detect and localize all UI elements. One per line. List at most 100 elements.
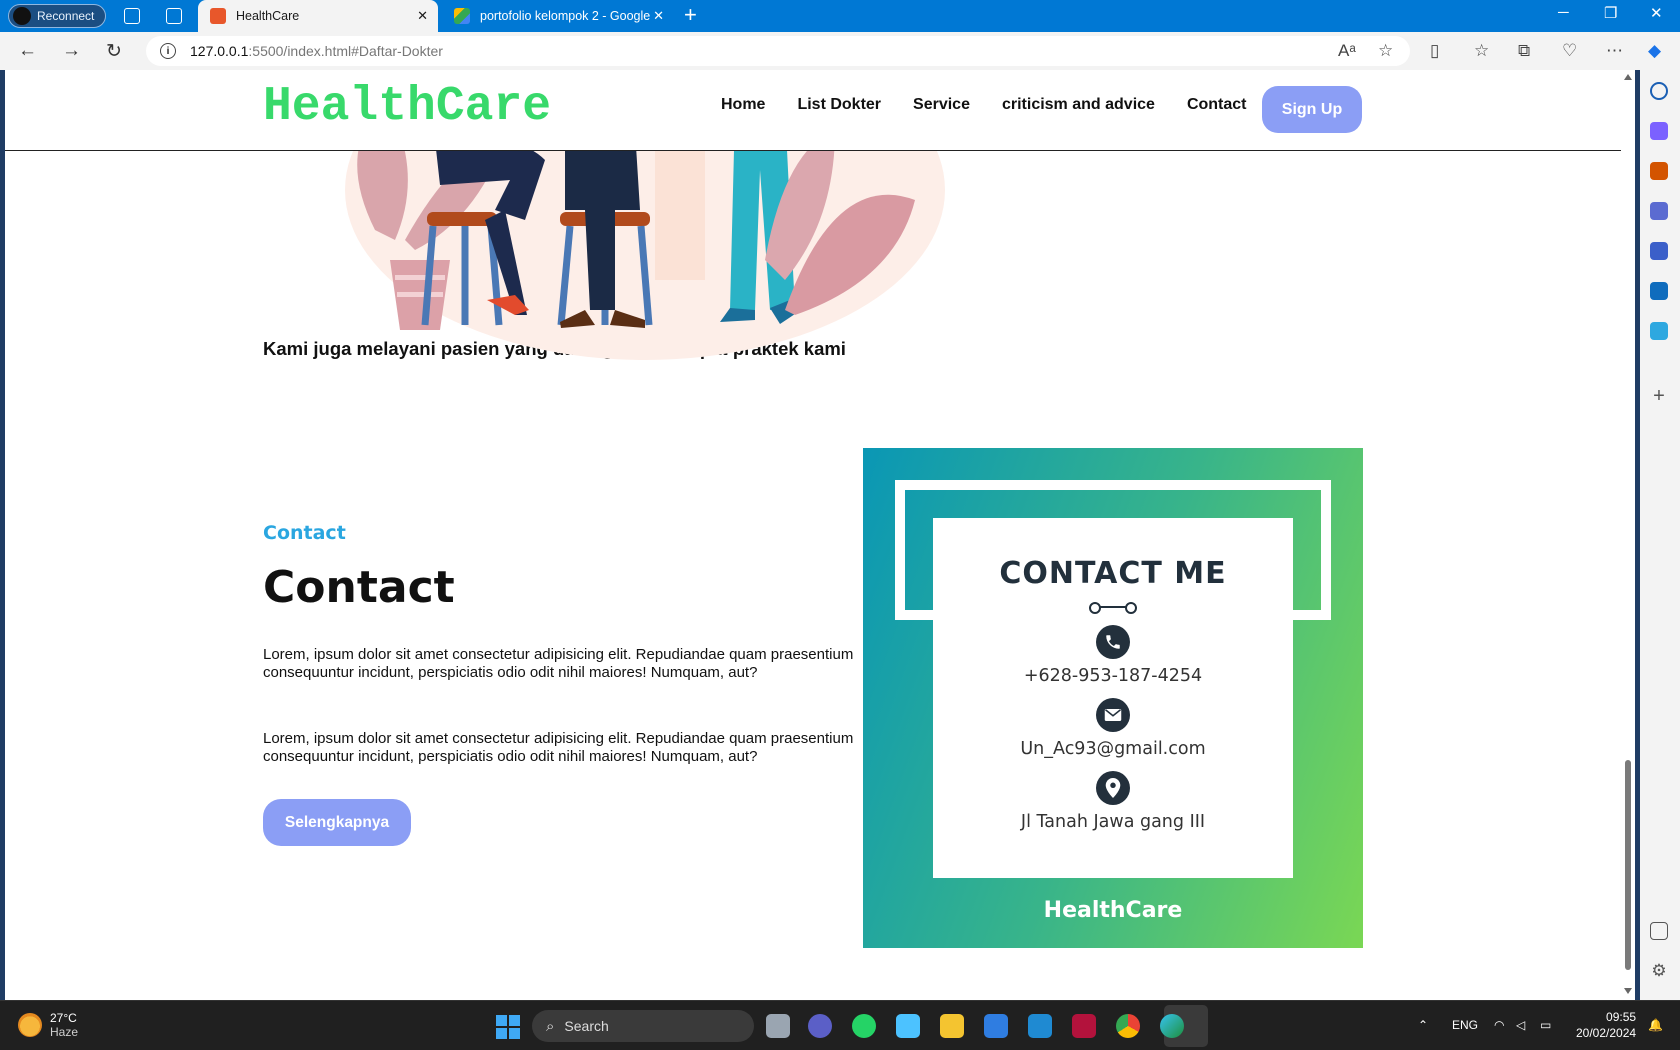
microsoft-365-icon[interactable] bbox=[1650, 242, 1668, 260]
search-placeholder: Search bbox=[564, 1018, 609, 1034]
contact-paragraph: Lorem, ipsum dolor sit amet consectetur … bbox=[263, 646, 854, 681]
browser-tab-bar: Reconnect HealthCare ✕ portofolio kelomp… bbox=[0, 0, 1680, 32]
site-header: HealthCare Home List Dokter Service crit… bbox=[5, 70, 1621, 151]
whatsapp-icon[interactable] bbox=[852, 1014, 876, 1038]
battery-icon[interactable]: ▭ bbox=[1540, 1018, 1551, 1032]
wifi-icon[interactable]: ◠ bbox=[1494, 1018, 1504, 1032]
nav-contact[interactable]: Contact bbox=[1187, 96, 1247, 114]
email-icon bbox=[1096, 698, 1130, 732]
add-sidebar-app-icon[interactable]: + bbox=[1650, 386, 1668, 406]
tab-healthcare[interactable]: HealthCare ✕ bbox=[198, 0, 438, 32]
tab-title: HealthCare bbox=[236, 9, 300, 23]
clock[interactable]: 09:55 20/02/2024 bbox=[1576, 1009, 1636, 1041]
search-icon: ⌕ bbox=[546, 1017, 555, 1035]
close-tab-icon[interactable]: ✕ bbox=[653, 8, 664, 24]
location-pin-icon bbox=[1096, 771, 1130, 805]
tools-icon[interactable] bbox=[1650, 162, 1668, 180]
minimize-icon[interactable]: ─ bbox=[1558, 4, 1569, 21]
scroll-up-icon[interactable] bbox=[1624, 74, 1632, 80]
reconnect-label: Reconnect bbox=[37, 9, 95, 23]
workspaces-icon[interactable] bbox=[124, 8, 140, 24]
phone-icon bbox=[1096, 625, 1130, 659]
google-drive-icon bbox=[454, 8, 470, 24]
url-host: 127.0.0.1 bbox=[190, 43, 249, 59]
restore-icon[interactable]: ❐ bbox=[1604, 4, 1617, 22]
contact-me-title: CONTACT ME bbox=[999, 556, 1227, 591]
vertical-tabs-icon[interactable] bbox=[166, 8, 182, 24]
temperature: 27°C bbox=[50, 1011, 77, 1025]
contact-card: CONTACT ME +628-953-187-4254 Un_Ac93@gma… bbox=[863, 448, 1363, 948]
collections-icon[interactable]: ⧉ bbox=[1518, 41, 1530, 61]
games-icon[interactable] bbox=[1650, 202, 1668, 220]
start-windows-icon[interactable] bbox=[496, 1015, 520, 1039]
edge-icon[interactable] bbox=[1160, 1014, 1184, 1038]
windows-taskbar: 27°C Haze ⌕ Search ⌃ ENG ◠ ◁ ▭ 09:55 20/… bbox=[0, 1000, 1680, 1050]
copilot-icon[interactable]: ◆ bbox=[1648, 41, 1661, 61]
favorite-star-icon[interactable]: ☆ bbox=[1378, 41, 1393, 61]
tab-title: portofolio kelompok 2 - Google bbox=[480, 9, 651, 23]
site-info-icon[interactable]: i bbox=[160, 43, 176, 59]
site-favicon-icon bbox=[210, 8, 226, 24]
nav-criticism-advice[interactable]: criticism and advice bbox=[1002, 96, 1155, 114]
search-icon[interactable] bbox=[1650, 82, 1668, 100]
nav-list-dokter[interactable]: List Dokter bbox=[797, 96, 881, 114]
show-hidden-icons-icon[interactable]: ⌃ bbox=[1418, 1018, 1428, 1032]
teams-icon[interactable] bbox=[808, 1014, 832, 1038]
site-logo[interactable]: HealthCare bbox=[263, 80, 551, 134]
scroll-down-icon[interactable] bbox=[1624, 988, 1632, 994]
contact-eyebrow: Contact bbox=[263, 522, 346, 544]
microsoft-store-icon[interactable] bbox=[896, 1014, 920, 1038]
close-window-icon[interactable]: ✕ bbox=[1650, 4, 1663, 22]
sign-up-button[interactable]: Sign Up bbox=[1262, 86, 1362, 133]
weather-widget[interactable]: 27°C Haze bbox=[18, 1011, 78, 1039]
phone-number[interactable]: +628-953-187-4254 bbox=[1024, 666, 1202, 686]
favorites-icon[interactable]: ☆ bbox=[1474, 41, 1489, 61]
chrome-icon[interactable] bbox=[1116, 1014, 1140, 1038]
settings-gear-icon[interactable]: ⚙ bbox=[1650, 962, 1668, 980]
haze-weather-icon bbox=[18, 1013, 42, 1037]
selengkapnya-button[interactable]: Selengkapnya bbox=[263, 799, 411, 846]
volume-icon[interactable]: ◁ bbox=[1516, 1018, 1525, 1032]
browser-essentials-icon[interactable]: ♡ bbox=[1562, 41, 1577, 61]
profile-icon bbox=[13, 7, 31, 25]
read-aloud-icon[interactable]: Aᵃ bbox=[1338, 41, 1356, 61]
scrollbar-thumb[interactable] bbox=[1625, 760, 1631, 970]
task-view-icon[interactable] bbox=[766, 1014, 790, 1038]
more-menu-icon[interactable]: ⋯ bbox=[1606, 41, 1623, 61]
vscode-icon[interactable] bbox=[1028, 1014, 1052, 1038]
language-indicator[interactable]: ENG bbox=[1452, 1018, 1478, 1032]
screenshot-icon[interactable] bbox=[1650, 922, 1668, 940]
main-nav: Home List Dokter Service criticism and a… bbox=[721, 96, 1247, 114]
clock-date: 20/02/2024 bbox=[1576, 1026, 1637, 1040]
tab-google-drive[interactable]: portofolio kelompok 2 - Google ✕ bbox=[442, 0, 674, 32]
page-scrollbar[interactable] bbox=[1621, 70, 1635, 1000]
contact-heading: Contact bbox=[263, 562, 455, 613]
notification-bell-icon[interactable]: 🔔 bbox=[1648, 1018, 1663, 1032]
close-tab-icon[interactable]: ✕ bbox=[417, 8, 428, 24]
new-tab-button[interactable]: + bbox=[684, 4, 697, 26]
split-screen-icon[interactable]: ▯ bbox=[1430, 41, 1439, 61]
edge-sidebar: + ⚙ bbox=[1640, 70, 1680, 1000]
card-brand: HealthCare bbox=[1043, 898, 1183, 923]
page-viewport: HealthCare Home List Dokter Service crit… bbox=[5, 70, 1621, 1000]
weather-condition: Haze bbox=[50, 1025, 79, 1039]
outlook-icon[interactable] bbox=[1650, 282, 1668, 300]
forward-arrow-icon[interactable]: → bbox=[62, 40, 81, 62]
app-icon[interactable] bbox=[1072, 1014, 1096, 1038]
url-input[interactable]: i 127.0.0.1:5500/index.html#Daftar-Dokte… bbox=[146, 36, 1410, 66]
nav-service[interactable]: Service bbox=[913, 96, 970, 114]
address-text: Jl Tanah Jawa gang III bbox=[1020, 812, 1206, 832]
nav-home[interactable]: Home bbox=[721, 96, 765, 114]
divider-icon bbox=[1089, 601, 1137, 614]
address-bar-row: ← → ↻ i 127.0.0.1:5500/index.html#Daftar… bbox=[0, 32, 1680, 70]
file-explorer-icon[interactable] bbox=[940, 1014, 964, 1038]
email-address[interactable]: Un_Ac93@gmail.com bbox=[1020, 739, 1205, 759]
drop-icon[interactable] bbox=[1650, 322, 1668, 340]
app-icon[interactable] bbox=[984, 1014, 1008, 1038]
url-path: :5500/index.html#Daftar-Dokter bbox=[248, 43, 443, 59]
shopping-icon[interactable] bbox=[1650, 122, 1668, 140]
reconnect-button[interactable]: Reconnect bbox=[8, 4, 106, 28]
taskbar-search[interactable]: ⌕ Search bbox=[532, 1010, 754, 1042]
back-arrow-icon[interactable]: ← bbox=[18, 40, 37, 62]
refresh-icon[interactable]: ↻ bbox=[106, 40, 122, 63]
